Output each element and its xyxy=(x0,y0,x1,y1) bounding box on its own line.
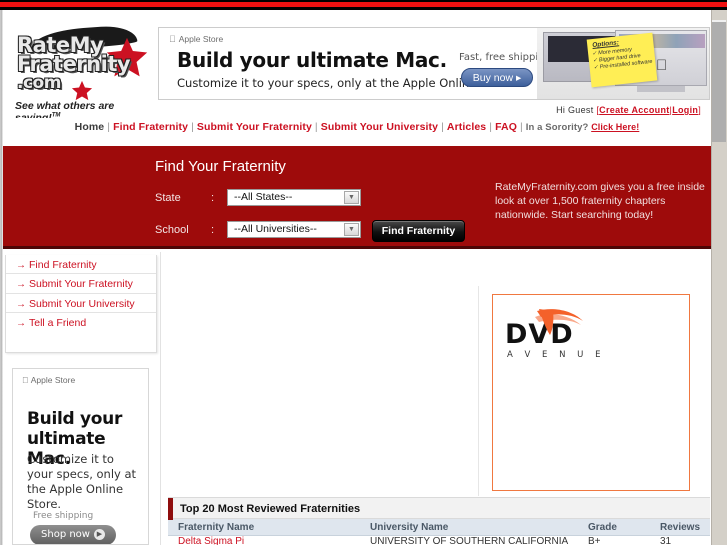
find-fraternity-button[interactable]: Find Fraternity xyxy=(372,220,465,242)
school-select[interactable]: --All Universities-- ▼ xyxy=(227,221,361,238)
state-colon: : xyxy=(211,192,215,204)
dvd-avenue-advertisement[interactable]: DVD A V E N U E xyxy=(492,294,690,491)
table-row[interactable]: Delta Sigma Pi UNIVERSITY OF SOUTHERN CA… xyxy=(168,536,710,545)
sidebar-item-submit-university[interactable]: → Submit Your University xyxy=(6,294,156,314)
cell-fraternity-name[interactable]: Delta Sigma Pi xyxy=(168,536,360,545)
chevron-down-icon-2[interactable]: ▼ xyxy=(344,223,359,236)
login-link[interactable]: Login xyxy=(672,105,698,115)
nav-item-faq[interactable]: FAQ xyxy=(495,121,517,133)
column-header-grade: Grade xyxy=(588,522,617,533)
state-label: State xyxy=(155,192,181,204)
hero-blurb: RateMyFraternity.com gives you a free in… xyxy=(495,181,705,221)
sidebar-advertisement[interactable]:  Apple Store Build your ultimate Mac. C… xyxy=(12,368,149,545)
cell-university-name: UNIVERSITY OF SOUTHERN CALIFORNIA xyxy=(370,536,569,545)
nav-sep-3: | xyxy=(314,121,318,133)
cell-reviews: 31 xyxy=(660,536,672,545)
nav-item-home[interactable]: Home xyxy=(75,121,105,133)
sidebar-ad-headline-line-1: Build your xyxy=(27,409,123,429)
sidebar-item-label-2: Submit Your University xyxy=(29,297,135,310)
nav-sep-4: | xyxy=(441,121,444,133)
account-greeting: Hi Guest [Create Account|Login] xyxy=(556,105,701,115)
state-select[interactable]: --All States-- ▼ xyxy=(227,189,361,206)
column-header-university-name: University Name xyxy=(370,522,449,533)
arrow-right-icon-2: → xyxy=(16,279,26,291)
table-column-headers: Fraternity Name University Name Grade Re… xyxy=(168,519,710,536)
chevron-down-icon[interactable]: ▼ xyxy=(344,191,359,204)
table-accent-bar xyxy=(168,498,173,520)
sidebar-apple-store-label:  Apple Store xyxy=(22,375,75,385)
imac-apple-logo-icon:  xyxy=(656,57,667,74)
hero-title: Find Your Fraternity xyxy=(155,158,286,175)
sorority-text: In a Sorority? xyxy=(525,122,589,133)
sidebar-item-label-1: Submit Your Fraternity xyxy=(29,278,133,291)
create-account-link[interactable]: Create Account xyxy=(599,105,669,115)
dvd-swoosh-icon xyxy=(533,307,585,335)
table-header-bar: Top 20 Most Reviewed Fraternities xyxy=(168,497,710,520)
column-header-reviews: Reviews xyxy=(660,522,701,533)
apple-logo-icon:  xyxy=(169,34,176,44)
sidebar-store-text: Apple Store xyxy=(22,375,75,385)
sidebar-ad-shipping: Free shipping xyxy=(33,511,94,521)
vertical-scrollbar[interactable] xyxy=(711,10,727,545)
buy-now-button[interactable]: Buy now ▸ xyxy=(461,68,533,87)
site-header: RateMy Fraternity .com See what others a… xyxy=(3,10,711,124)
shop-now-button[interactable]: Shop now ▶ xyxy=(30,525,116,544)
nav-sep-1: | xyxy=(107,121,111,133)
sidebar-item-label-3: Tell a Friend xyxy=(29,317,87,330)
content-divider-right xyxy=(478,286,479,496)
banner-headline: Build your ultimate Mac. xyxy=(177,48,447,72)
find-fraternity-panel: Find Your Fraternity State : --All State… xyxy=(3,146,711,249)
scrollbar-thumb[interactable] xyxy=(712,22,726,142)
apple-logo-icon-2:  xyxy=(22,375,28,385)
nav-item-submit-university[interactable]: Submit Your University xyxy=(321,121,438,133)
state-select-value: --All States-- xyxy=(234,191,293,203)
top-fraternities-table: Top 20 Most Reviewed Fraternities Frater… xyxy=(168,497,710,545)
imac-stand-shape xyxy=(637,86,685,92)
banner-advertisement[interactable]: Apple Store Build your ultimate Mac. Cu… xyxy=(158,27,710,100)
sidebar-ad-subline: Customize it to your specs, only at the … xyxy=(27,452,137,511)
table-title: Top 20 Most Reviewed Fraternities xyxy=(180,503,361,515)
school-colon: : xyxy=(211,224,215,236)
greeting-close-bracket: ] xyxy=(698,105,701,115)
arrow-right-icon-4: → xyxy=(16,318,26,330)
site-logo[interactable]: RateMy Fraternity .com See what others a… xyxy=(9,18,157,124)
cell-grade: B+ xyxy=(588,536,601,545)
sidebar-item-submit-fraternity[interactable]: → Submit Your Fraternity xyxy=(6,274,156,294)
sidebar-item-tell-a-friend[interactable]: → Tell a Friend xyxy=(6,313,156,332)
nav-item-submit-fraternity[interactable]: Submit Your Fraternity xyxy=(197,121,312,133)
nav-sep-2: | xyxy=(191,121,194,133)
sidebar-menu: → Find Fraternity → Submit Your Fraternity… xyxy=(5,255,157,353)
nav-links: Home | Find Fraternity | Submit Your Fratern… xyxy=(3,121,711,133)
main-navigation: Home | Find Fraternity | Submit Your Fratern… xyxy=(3,118,711,140)
sidebar-item-label-0: Find Fraternity xyxy=(29,259,97,271)
nav-sep-6: | xyxy=(519,121,523,133)
dvd-avenue-subword: A V E N U E xyxy=(507,350,605,360)
shop-now-label: Shop now xyxy=(41,529,90,540)
sorority-prompt: In a Sorority? Click Here! xyxy=(526,122,640,133)
chevron-right-icon: ▶ xyxy=(93,528,105,540)
arrow-right-icon-3: → xyxy=(16,298,26,310)
apple-store-label: Apple Store xyxy=(169,34,223,44)
dvd-avenue-logo: DVD A V E N U E xyxy=(505,307,605,360)
school-select-value: --All Universities-- xyxy=(234,223,317,235)
school-label: School xyxy=(155,224,189,236)
logo-line-2: Fraternity xyxy=(17,52,131,76)
banner-product-image:  Options: ✓ More memory ✓ Bigger hard d… xyxy=(537,28,709,99)
greeting-text: Hi Guest xyxy=(556,105,594,115)
logo-star-small-icon xyxy=(71,80,93,102)
arrow-right-icon: → xyxy=(16,260,26,271)
column-header-fraternity-name: Fraternity Name xyxy=(178,522,255,533)
banner-store-text: Apple Store xyxy=(172,34,223,44)
table-body: Delta Sigma Pi UNIVERSITY OF SOUTHERN CA… xyxy=(168,536,710,545)
nav-sep-5: | xyxy=(489,121,493,133)
sidebar-item-find-fraternity[interactable]: → Find Fraternity xyxy=(6,255,156,275)
options-sticky-note: Options: ✓ More memory ✓ Bigger hard dri… xyxy=(586,32,658,88)
content-divider-left xyxy=(160,252,161,545)
nav-item-articles[interactable]: Articles xyxy=(447,121,486,133)
page-root: RateMy Fraternity .com See what others a… xyxy=(0,0,727,545)
nav-item-find-fraternity[interactable]: Find Fraternity xyxy=(113,121,188,133)
sorority-link[interactable]: Click Here! xyxy=(591,122,639,132)
